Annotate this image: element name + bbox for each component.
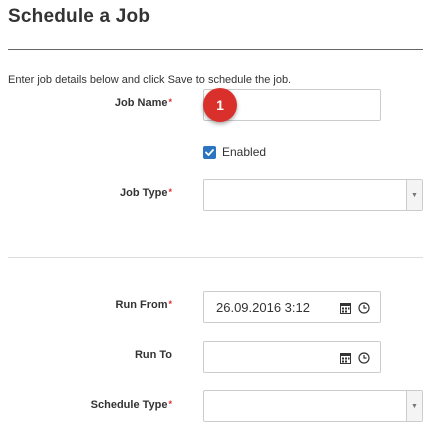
section-divider bbox=[8, 257, 423, 258]
schedule-type-required-mark: * bbox=[168, 399, 172, 409]
check-icon bbox=[205, 149, 214, 156]
enabled-label: Enabled bbox=[222, 145, 267, 159]
run-to-label: Run To bbox=[0, 349, 172, 361]
schedule-type-label-text: Schedule Type bbox=[90, 399, 168, 411]
job-type-select[interactable]: ▼ bbox=[203, 179, 423, 211]
job-type-required-mark: * bbox=[168, 187, 172, 197]
job-type-label-text: Job Type bbox=[120, 187, 168, 199]
run-from-value: 26.09.2016 3:12 bbox=[216, 300, 310, 315]
schedule-type-select[interactable]: ▼ bbox=[203, 390, 423, 422]
title-divider bbox=[8, 49, 423, 50]
chevron-down-icon[interactable]: ▼ bbox=[406, 391, 422, 421]
run-from-input[interactable]: 26.09.2016 3:12 bbox=[203, 291, 381, 323]
page-title: Schedule a Job bbox=[8, 6, 151, 27]
chevron-down-icon[interactable]: ▼ bbox=[406, 180, 422, 210]
calendar-icon[interactable] bbox=[340, 302, 351, 314]
run-to-label-text: Run To bbox=[134, 349, 172, 361]
enabled-checkbox[interactable] bbox=[203, 146, 216, 159]
job-type-label: Job Type* bbox=[0, 187, 172, 199]
run-from-label: Run From* bbox=[0, 299, 172, 311]
job-name-label: Job Name* bbox=[0, 97, 172, 109]
clock-icon[interactable] bbox=[358, 352, 370, 364]
run-to-input[interactable] bbox=[203, 341, 381, 373]
instructions-text: Enter job details below and click Save t… bbox=[8, 74, 292, 86]
run-from-required-mark: * bbox=[168, 299, 172, 309]
calendar-icon[interactable] bbox=[340, 352, 351, 364]
run-from-label-text: Run From bbox=[115, 299, 168, 311]
job-name-required-mark: * bbox=[168, 97, 172, 107]
schedule-type-label: Schedule Type* bbox=[0, 399, 172, 411]
clock-icon[interactable] bbox=[358, 302, 370, 314]
step-badge: 1 bbox=[203, 88, 237, 122]
job-name-label-text: Job Name bbox=[114, 97, 168, 109]
